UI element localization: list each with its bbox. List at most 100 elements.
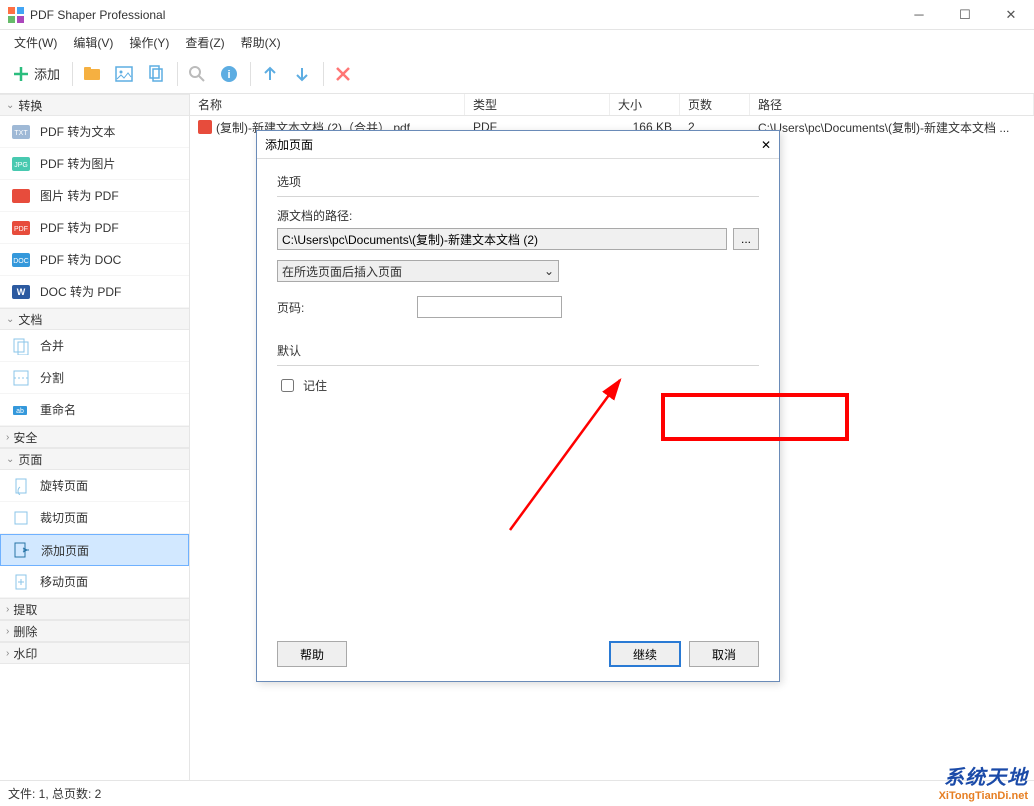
menu-file[interactable]: 文件(W) xyxy=(6,32,65,53)
sidebar-item-add-page[interactable]: 添加页面 xyxy=(0,534,189,566)
separator xyxy=(250,62,251,86)
list-header: 名称 类型 大小 页数 路径 xyxy=(190,94,1034,116)
info-button[interactable]: i xyxy=(214,59,244,89)
sidebar-item-doc-to-pdf[interactable]: WDOC 转为 PDF xyxy=(0,276,189,308)
dialog-title: 添加页面 xyxy=(265,136,761,153)
plus-icon xyxy=(12,65,30,83)
up-button[interactable] xyxy=(255,59,285,89)
col-pages[interactable]: 页数 xyxy=(680,94,750,115)
source-path-input[interactable] xyxy=(277,228,727,250)
sidebar-item-crop[interactable]: 裁切页面 xyxy=(0,502,189,534)
continue-button[interactable]: 继续 xyxy=(609,641,681,667)
menu-help[interactable]: 帮助(X) xyxy=(233,32,289,53)
menu-view[interactable]: 查看(Z) xyxy=(177,32,232,53)
status-text: 文件: 1, 总页数: 2 xyxy=(8,785,101,802)
app-logo-icon xyxy=(8,7,24,23)
chevron-right-icon: › xyxy=(6,626,9,637)
col-name[interactable]: 名称 xyxy=(190,94,465,115)
word-icon: W xyxy=(12,283,30,301)
sidebar-item-split[interactable]: 分割 xyxy=(0,362,189,394)
maximize-button[interactable]: ☐ xyxy=(942,0,988,30)
separator xyxy=(177,62,178,86)
remember-checkbox[interactable] xyxy=(281,379,294,392)
category-convert[interactable]: ⌄转换 xyxy=(0,94,189,116)
svg-text:i: i xyxy=(227,69,230,81)
doc-icon: DOC xyxy=(12,251,30,269)
copy-button[interactable] xyxy=(141,59,171,89)
category-document[interactable]: ⌄文档 xyxy=(0,308,189,330)
category-delete[interactable]: ›删除 xyxy=(0,620,189,642)
browse-button[interactable]: ... xyxy=(733,228,759,250)
minimize-button[interactable]: ─ xyxy=(896,0,942,30)
sidebar-item-merge[interactable]: 合并 xyxy=(0,330,189,362)
sidebar-item-pdf-to-doc[interactable]: DOCPDF 转为 DOC xyxy=(0,244,189,276)
search-icon xyxy=(188,65,206,83)
sidebar-item-rotate[interactable]: 旋转页面 xyxy=(0,470,189,502)
category-extract[interactable]: ›提取 xyxy=(0,598,189,620)
menu-edit[interactable]: 编辑(V) xyxy=(65,32,121,53)
add-label: 添加 xyxy=(34,64,60,83)
sidebar-item-move-page[interactable]: 移动页面 xyxy=(0,566,189,598)
rename-icon: ab xyxy=(12,401,30,419)
sidebar-item-pdf-to-text[interactable]: TXTPDF 转为文本 xyxy=(0,116,189,148)
chevron-right-icon: › xyxy=(6,604,9,615)
source-path-label: 源文档的路径: xyxy=(277,207,759,224)
statusbar: 文件: 1, 总页数: 2 xyxy=(0,780,1034,806)
crop-icon xyxy=(12,509,30,527)
col-type[interactable]: 类型 xyxy=(465,94,610,115)
chevron-down-icon: ⌄ xyxy=(6,454,14,465)
add-button[interactable]: 添加 xyxy=(6,59,66,89)
imgpdf-icon xyxy=(12,187,30,205)
add-page-icon xyxy=(13,541,31,559)
svg-text:JPG: JPG xyxy=(14,162,28,169)
default-group-label: 默认 xyxy=(277,342,759,359)
window-title: PDF Shaper Professional xyxy=(30,8,896,22)
titlebar: PDF Shaper Professional ─ ☐ ✕ xyxy=(0,0,1034,30)
down-arrow-icon xyxy=(293,65,311,83)
sidebar-item-pdf-to-image[interactable]: JPGPDF 转为图片 xyxy=(0,148,189,180)
page-number-input[interactable] xyxy=(417,296,562,318)
category-security[interactable]: ›安全 xyxy=(0,426,189,448)
jpg-icon: JPG xyxy=(12,155,30,173)
toolbar: 添加 i xyxy=(0,54,1034,94)
dialog-titlebar: 添加页面 ✕ xyxy=(257,131,779,159)
category-page[interactable]: ⌄页面 xyxy=(0,448,189,470)
svg-text:ab: ab xyxy=(16,408,24,415)
search-button[interactable] xyxy=(182,59,212,89)
move-page-icon xyxy=(12,573,30,591)
separator xyxy=(72,62,73,86)
svg-text:DOC: DOC xyxy=(13,258,29,265)
image-icon xyxy=(115,65,133,83)
split-icon xyxy=(12,369,30,387)
image-button[interactable] xyxy=(109,59,139,89)
chevron-down-icon: ⌄ xyxy=(544,264,554,278)
remember-checkbox-label[interactable]: 记住 xyxy=(277,376,759,395)
help-button[interactable]: 帮助 xyxy=(277,641,347,667)
category-watermark[interactable]: ›水印 xyxy=(0,642,189,664)
sidebar-item-pdf-to-pdf[interactable]: PDFPDF 转为 PDF xyxy=(0,212,189,244)
svg-text:TXT: TXT xyxy=(14,130,28,137)
chevron-right-icon: › xyxy=(6,648,9,659)
dialog-close-button[interactable]: ✕ xyxy=(761,138,771,152)
folder-button[interactable] xyxy=(77,59,107,89)
options-group-label: 选项 xyxy=(277,173,759,190)
close-button[interactable]: ✕ xyxy=(988,0,1034,30)
delete-icon xyxy=(334,65,352,83)
merge-icon xyxy=(12,337,30,355)
page-number-label: 页码: xyxy=(277,299,417,316)
insert-mode-dropdown[interactable]: 在所选页面后插入页面⌄ xyxy=(277,260,559,282)
col-path[interactable]: 路径 xyxy=(750,94,1034,115)
sidebar-item-rename[interactable]: ab重命名 xyxy=(0,394,189,426)
up-arrow-icon xyxy=(261,65,279,83)
delete-button[interactable] xyxy=(328,59,358,89)
sidebar-item-image-to-pdf[interactable]: 图片 转为 PDF xyxy=(0,180,189,212)
down-button[interactable] xyxy=(287,59,317,89)
col-size[interactable]: 大小 xyxy=(610,94,680,115)
cancel-button[interactable]: 取消 xyxy=(689,641,759,667)
add-page-dialog: 添加页面 ✕ 选项 源文档的路径: ... 在所选页面后插入页面⌄ 页码: 默认… xyxy=(256,130,780,682)
txt-icon: TXT xyxy=(12,123,30,141)
chevron-down-icon: ⌄ xyxy=(6,314,14,325)
watermark: 系统天地 XiTongTianDi.net xyxy=(939,761,1028,802)
rotate-icon xyxy=(12,477,30,495)
menu-action[interactable]: 操作(Y) xyxy=(121,32,177,53)
